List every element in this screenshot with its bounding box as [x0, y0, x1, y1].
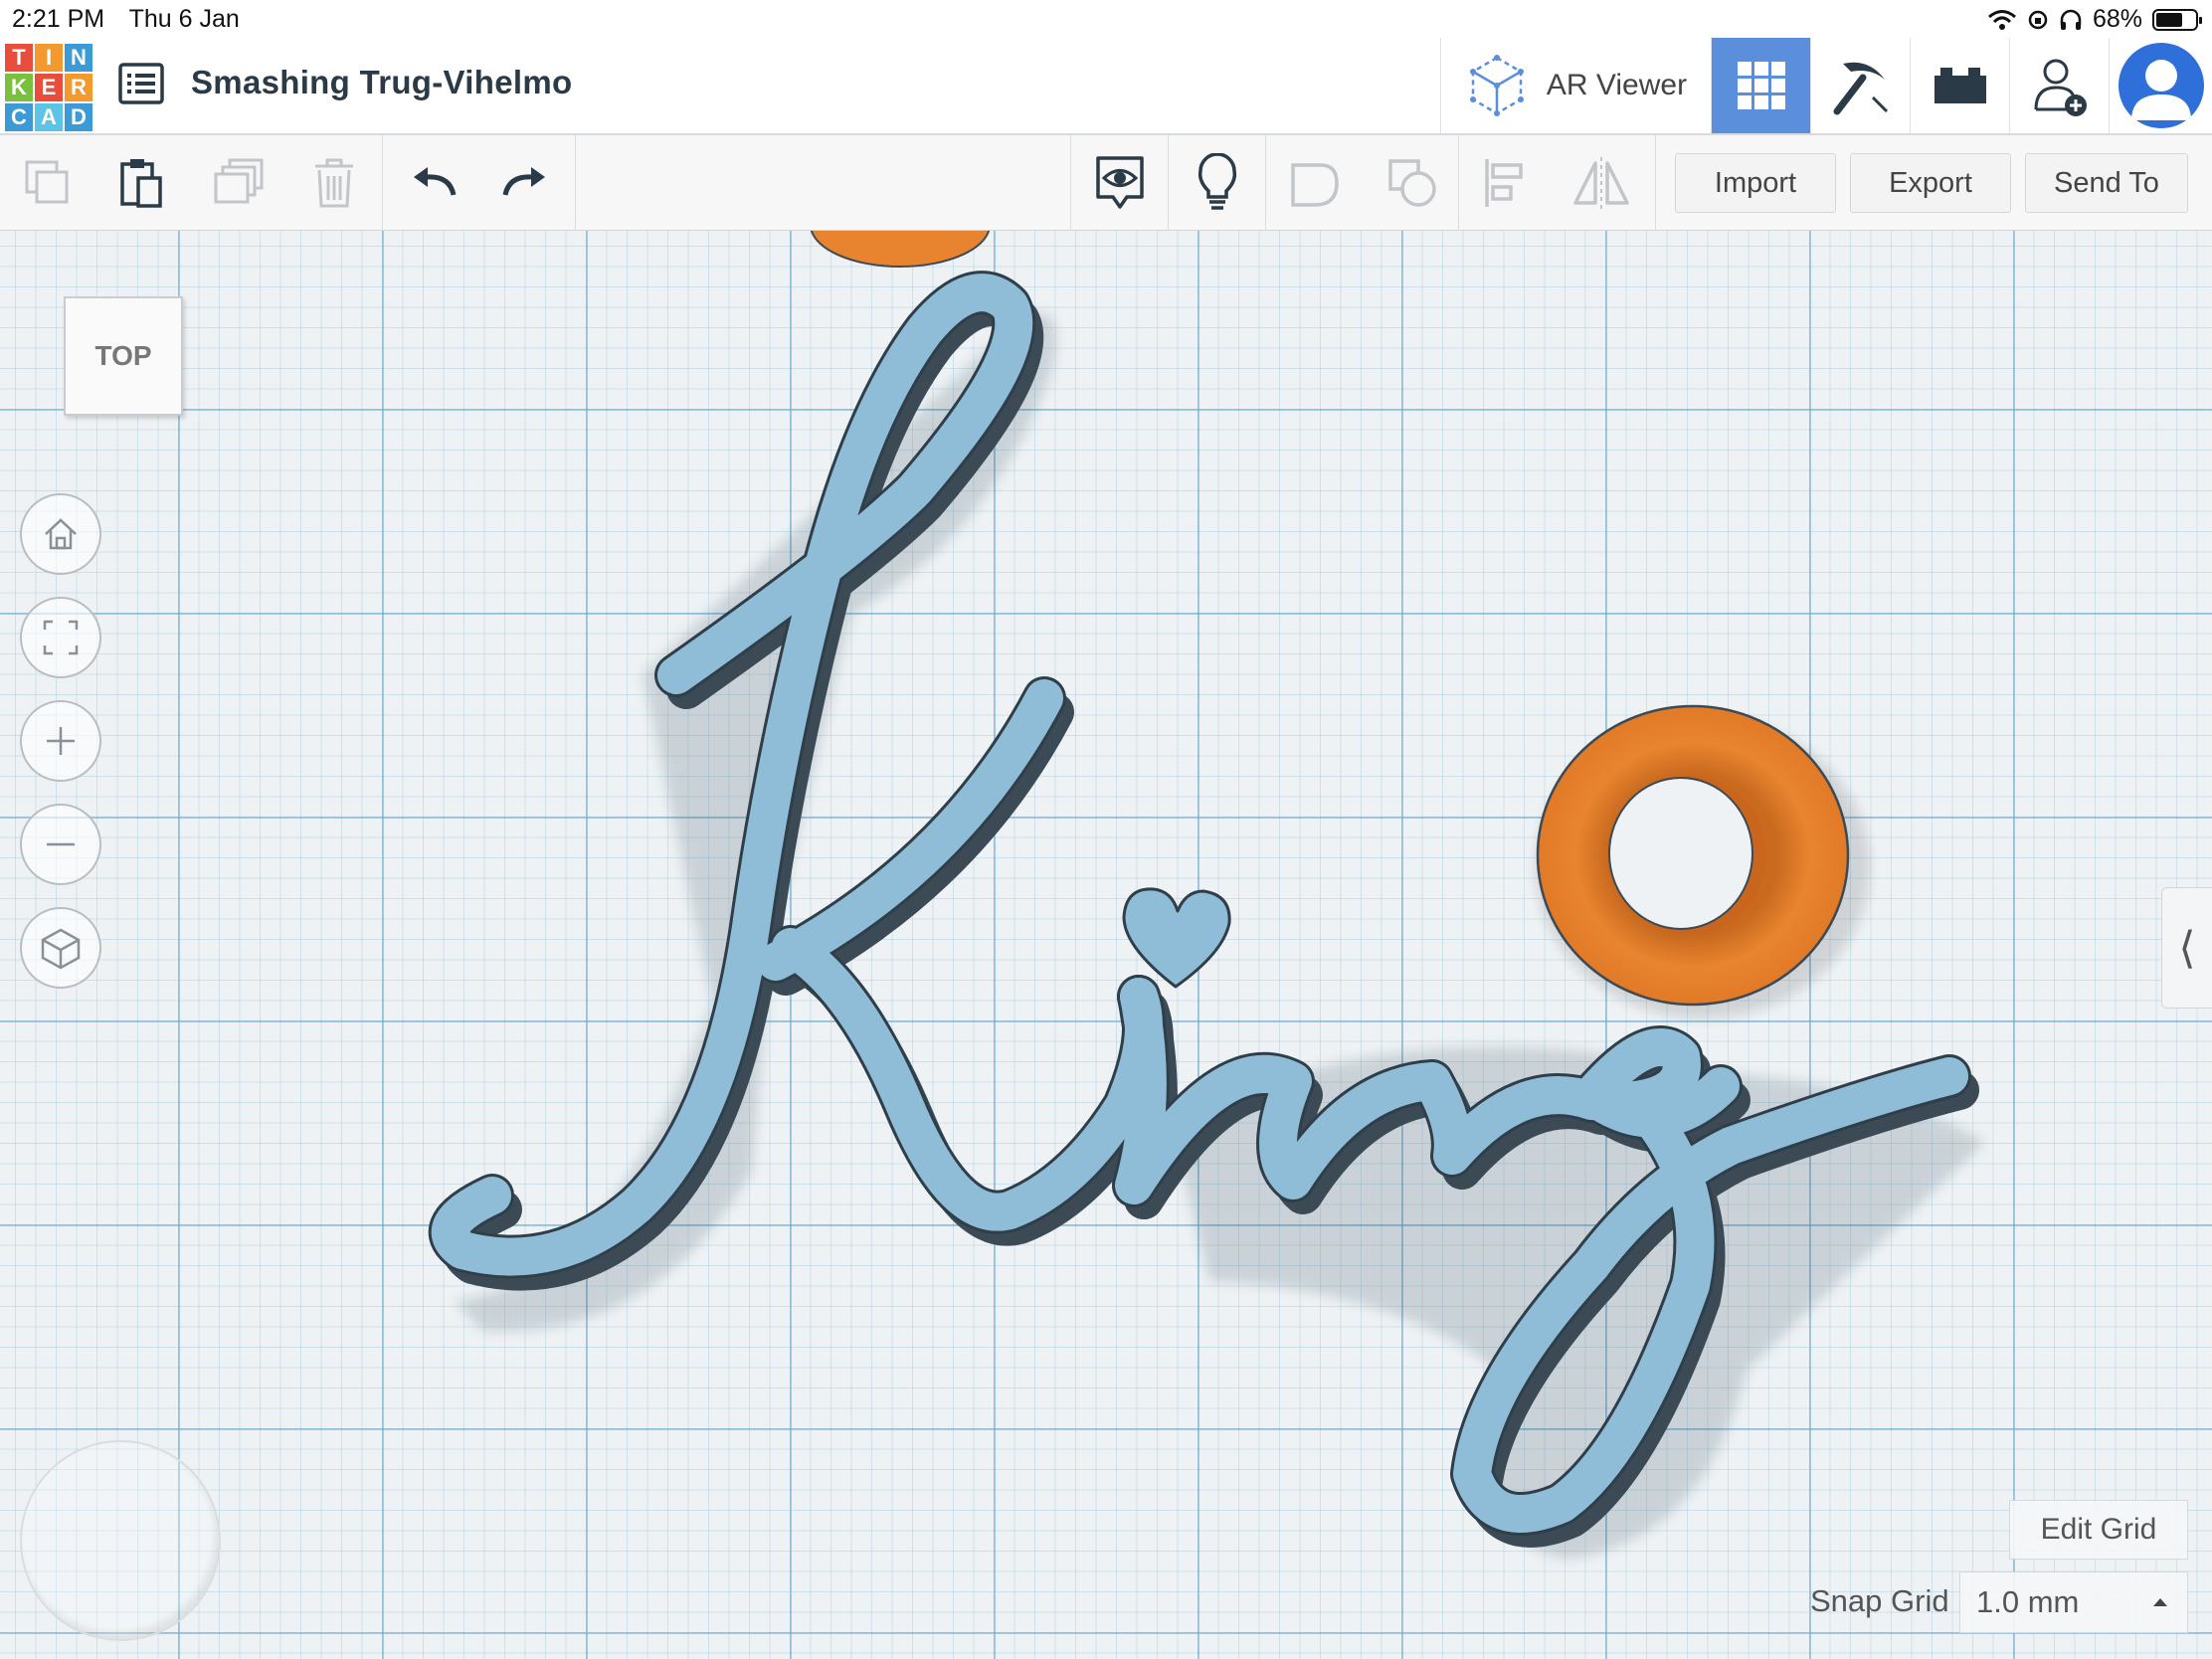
brick-icon [1934, 68, 1986, 103]
toolbar-divider [575, 135, 576, 231]
tinkercad-logo[interactable]: T I N K E R C A D [5, 44, 92, 131]
app-header: T I N K E R C A D Smashing Trug-Vihelmo … [0, 38, 2212, 135]
align-button[interactable] [1470, 135, 1542, 231]
import-button[interactable]: Import [1675, 153, 1836, 213]
logo-letter: A [35, 103, 63, 131]
fit-to-view-icon [43, 620, 79, 655]
zoom-in-button[interactable] [20, 700, 101, 782]
redo-icon [502, 167, 545, 196]
add-user-icon [2034, 59, 2087, 116]
battery-icon [2152, 8, 2202, 31]
clipboard-icon [120, 159, 162, 208]
eye-bubble-icon [1096, 156, 1144, 209]
edit-grid-button[interactable]: Edit Grid [2009, 1500, 2188, 1560]
export-button[interactable]: Export [1850, 153, 2011, 213]
logo-letter: D [65, 103, 92, 131]
status-time: 2:21 PM [12, 5, 105, 33]
lightbulb-icon [1198, 153, 1237, 210]
duplicate-button[interactable] [207, 135, 271, 231]
snap-grid-label: Snap Grid [1810, 1583, 1949, 1618]
paste-button[interactable] [109, 135, 173, 231]
battery-percent: 68% [2092, 5, 2142, 33]
logo-letter: N [65, 44, 92, 72]
3d-scene[interactable] [0, 231, 2212, 1659]
user-profile-button[interactable] [2109, 38, 2212, 133]
user-silhouette-icon [2130, 60, 2191, 120]
heart-dot [1122, 887, 1231, 989]
list-icon [118, 63, 164, 104]
view-cube-face-label: TOP [94, 340, 152, 371]
grid-icon [1737, 62, 1785, 109]
headphones-icon [2060, 9, 2082, 30]
align-icon [1485, 159, 1523, 207]
status-bar: 2:21 PM Thu 6 Jan 68% [0, 0, 2212, 38]
ungroup-icon [1388, 159, 1436, 207]
minus-icon [47, 842, 75, 846]
ungroup-button[interactable] [1377, 135, 1448, 231]
zoom-out-button[interactable] [20, 804, 101, 885]
copy-icon [25, 160, 69, 204]
home-view-button[interactable] [20, 493, 101, 575]
copy-button[interactable] [16, 135, 80, 231]
wifi-icon [1987, 9, 2016, 30]
undo-button[interactable] [402, 135, 465, 231]
toolbar-divider [1265, 135, 1266, 231]
status-date: Thu 6 Jan [128, 5, 240, 33]
home-icon [45, 518, 77, 550]
plus-icon [47, 727, 75, 755]
ar-viewer-button[interactable]: AR Viewer [1440, 38, 1711, 133]
logo-letter: E [35, 74, 63, 101]
group-button[interactable] [1279, 135, 1351, 231]
3d-design-view-button[interactable] [1711, 38, 1810, 133]
group-icon [1291, 163, 1339, 207]
toolbar-divider [1458, 135, 1459, 231]
invite-user-button[interactable] [2009, 38, 2109, 133]
design-list-button[interactable] [117, 60, 165, 107]
delete-button[interactable] [302, 135, 366, 231]
pickaxe-icon [1833, 62, 1888, 115]
trash-icon [315, 158, 353, 208]
torus-shape[interactable] [1536, 704, 1870, 1018]
workplane-canvas[interactable]: TOP ⟨ Edit Grid Snap Grid 1.0 mm [0, 231, 2212, 1659]
ar-cube-icon [1469, 55, 1524, 116]
chevron-left-icon: ⟨ [2178, 923, 2196, 973]
toolbar-divider [1070, 135, 1071, 231]
ar-viewer-label: AR Viewer [1546, 69, 1688, 101]
view-cube[interactable]: TOP [64, 296, 183, 416]
cube-perspective-icon [41, 928, 81, 970]
redo-button[interactable] [493, 135, 557, 231]
undo-icon [414, 167, 457, 196]
shapes-panel-toggle[interactable]: ⟨ [2161, 887, 2212, 1009]
logo-letter: I [35, 44, 63, 72]
torus-shape-top[interactable] [810, 231, 991, 268]
avatar [2118, 43, 2204, 128]
toolbar-divider [382, 135, 383, 231]
mirror-icon [1573, 157, 1629, 209]
hints-button[interactable] [1182, 135, 1253, 231]
edit-toolbar: Import Export Send To [0, 135, 2212, 231]
bricks-view-button[interactable] [1910, 38, 2009, 133]
send-to-button[interactable]: Send To [2025, 153, 2188, 213]
orientation-lock-icon [2028, 10, 2048, 29]
fit-view-button[interactable] [20, 597, 101, 678]
logo-letter: R [65, 74, 92, 101]
toolbar-divider [1655, 135, 1656, 231]
notes-visibility-button[interactable] [1084, 135, 1156, 231]
logo-letter: C [5, 103, 33, 131]
snap-grid-select[interactable]: 1.0 mm [1959, 1571, 2188, 1633]
perspective-toggle-button[interactable] [20, 907, 101, 989]
toolbar-divider [1168, 135, 1169, 231]
project-title[interactable]: Smashing Trug-Vihelmo [191, 64, 572, 101]
mirror-button[interactable] [1566, 135, 1637, 231]
snap-grid-value: 1.0 mm [1976, 1584, 2080, 1619]
logo-letter: K [5, 74, 33, 101]
duplicate-icon [214, 158, 264, 204]
caret-up-icon [2153, 1598, 2167, 1606]
logo-letter: T [5, 44, 33, 72]
codeblocks-view-button[interactable] [1810, 38, 1910, 133]
orbit-joystick[interactable] [20, 1440, 221, 1641]
